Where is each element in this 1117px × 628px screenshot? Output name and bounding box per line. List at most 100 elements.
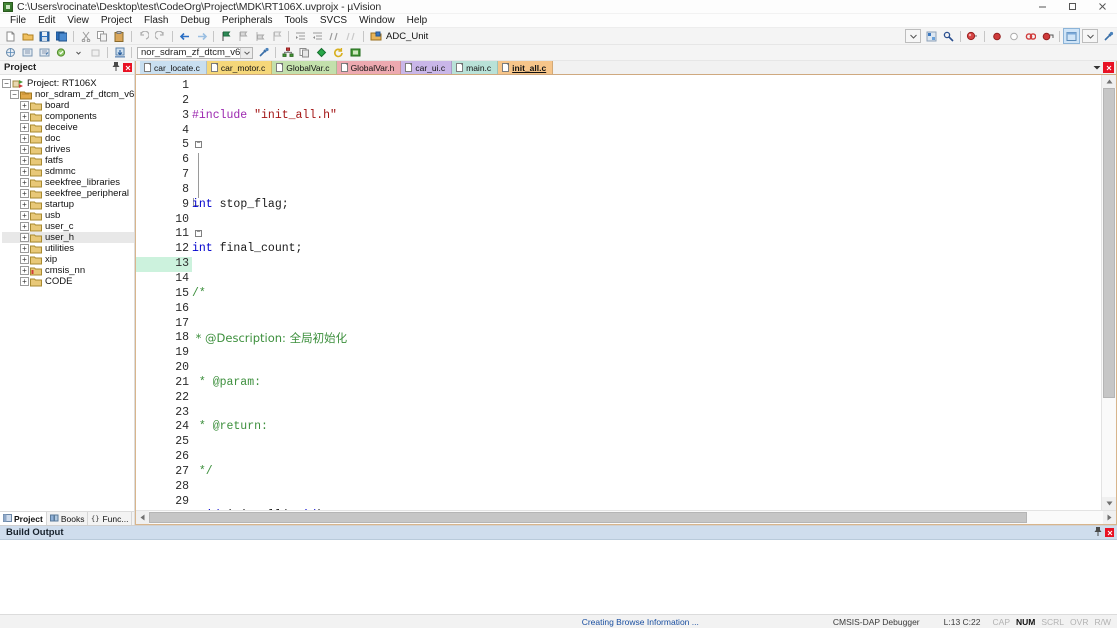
scroll-track[interactable] <box>149 511 1103 524</box>
editor-tab-car-ui[interactable]: car_ui.c <box>401 61 453 74</box>
editor-tab-main[interactable]: main.c <box>452 61 499 74</box>
scroll-down-icon[interactable] <box>1102 497 1116 510</box>
expander-icon[interactable]: + <box>20 200 29 209</box>
window-layout-icon[interactable] <box>1063 28 1080 44</box>
menu-project[interactable]: Project <box>95 14 138 27</box>
scroll-up-icon[interactable] <box>1102 75 1116 88</box>
tab-functions[interactable]: {} Func... <box>88 512 133 525</box>
translate-icon[interactable] <box>3 46 18 60</box>
tree-node-doc[interactable]: + doc <box>2 133 134 144</box>
tree-node-startup[interactable]: + startup <box>2 199 134 210</box>
menu-window[interactable]: Window <box>353 14 401 27</box>
menu-svcs[interactable]: SVCS <box>314 14 353 27</box>
expander-icon[interactable]: + <box>20 167 29 176</box>
expander-icon[interactable]: + <box>20 189 29 198</box>
close-icon[interactable] <box>1103 62 1114 73</box>
expander-icon[interactable]: + <box>20 244 29 253</box>
expander-icon[interactable]: − <box>10 90 19 99</box>
save-icon[interactable] <box>37 29 52 43</box>
close-icon[interactable] <box>123 63 132 72</box>
manage-run-time-env-icon[interactable] <box>297 46 312 60</box>
stop-build-icon[interactable] <box>88 46 103 60</box>
expander-icon[interactable]: − <box>2 79 11 88</box>
expander-icon[interactable]: + <box>20 266 29 275</box>
refresh-icon[interactable] <box>331 46 346 60</box>
add-item-icon[interactable] <box>314 46 329 60</box>
tree-node-drives[interactable]: + drives <box>2 144 134 155</box>
tree-node-fatfs[interactable]: + fatfs <box>2 155 134 166</box>
maximize-button[interactable] <box>1057 0 1087 13</box>
pack-installer-launch-icon[interactable] <box>348 46 363 60</box>
editor-tab-car-locate[interactable]: car_locate.c <box>140 61 207 74</box>
scroll-track[interactable] <box>1102 88 1116 497</box>
editor-tab-init-all[interactable]: init_all.c <box>498 61 554 74</box>
new-file-icon[interactable] <box>3 29 18 43</box>
expander-icon[interactable]: + <box>20 277 29 286</box>
chevron-down-icon[interactable] <box>240 47 253 58</box>
layout-dropdown-icon[interactable] <box>1082 29 1098 43</box>
close-button[interactable] <box>1087 0 1117 13</box>
editor-horizontal-scrollbar[interactable] <box>136 510 1116 524</box>
tree-node-deceive[interactable]: + deceive <box>2 122 134 133</box>
expander-icon[interactable]: + <box>20 233 29 242</box>
pin-icon[interactable] <box>1094 527 1102 538</box>
copy-icon[interactable] <box>95 29 110 43</box>
navigate-forward-icon[interactable] <box>194 29 209 43</box>
expander-icon[interactable]: + <box>20 178 29 187</box>
expander-icon[interactable]: + <box>20 123 29 132</box>
comment-icon[interactable] <box>327 29 342 43</box>
bookmark-prev-icon[interactable] <box>235 29 250 43</box>
tree-node-utilities[interactable]: + utilities <box>2 243 134 254</box>
redo-icon[interactable] <box>153 29 168 43</box>
expander-icon[interactable]: + <box>20 211 29 220</box>
tree-node-target[interactable]: − nor_sdram_zf_dtcm_v6 <box>2 89 134 100</box>
menu-peripherals[interactable]: Peripherals <box>216 14 279 27</box>
editor-tab-car-motor[interactable]: car_motor.c <box>206 61 273 74</box>
save-all-icon[interactable] <box>54 29 69 43</box>
options-for-target-icon[interactable] <box>256 46 271 60</box>
scroll-right-icon[interactable] <box>1103 511 1116 524</box>
undo-icon[interactable] <box>136 29 151 43</box>
disable-breakpoint-icon[interactable] <box>1006 29 1021 43</box>
menu-tools[interactable]: Tools <box>279 14 314 27</box>
tree-node-user-c[interactable]: + user_c <box>2 221 134 232</box>
configuration-wizard-icon[interactable] <box>1101 29 1116 43</box>
debug-start-icon[interactable] <box>965 29 980 43</box>
tree-node-code[interactable]: + CODE <box>2 276 134 287</box>
code-editor[interactable]: 1 2 3 4 5− 6 7 8 9 10 11− 12 13 14 15 16 <box>136 75 1116 510</box>
disable-all-breakpoints-icon[interactable] <box>1023 29 1038 43</box>
expander-icon[interactable]: + <box>20 255 29 264</box>
manage-project-items-icon[interactable] <box>280 46 295 60</box>
build-icon[interactable] <box>20 46 35 60</box>
expander-icon[interactable]: + <box>20 222 29 231</box>
scroll-thumb[interactable] <box>1103 88 1115 398</box>
editor-tab-globalvar-c[interactable]: GlobalVar.c <box>272 61 337 74</box>
editor-vertical-scrollbar[interactable] <box>1101 75 1116 510</box>
chevron-down-icon[interactable] <box>905 29 921 43</box>
menu-flash[interactable]: Flash <box>138 14 174 27</box>
target-options-icon[interactable] <box>368 29 383 43</box>
kill-all-breakpoints-icon[interactable] <box>1040 29 1055 43</box>
tab-project[interactable]: Project <box>0 512 47 525</box>
rebuild-icon[interactable] <box>37 46 52 60</box>
cut-icon[interactable] <box>78 29 93 43</box>
expander-icon[interactable]: + <box>20 156 29 165</box>
outdent-icon[interactable] <box>310 29 325 43</box>
menu-debug[interactable]: Debug <box>174 14 215 27</box>
menu-view[interactable]: View <box>61 14 95 27</box>
bookmark-toggle-icon[interactable] <box>218 29 233 43</box>
paste-icon[interactable] <box>112 29 127 43</box>
menu-file[interactable]: File <box>4 14 32 27</box>
tree-node-board[interactable]: + board <box>2 100 134 111</box>
menu-help[interactable]: Help <box>401 14 434 27</box>
indent-icon[interactable] <box>293 29 308 43</box>
scroll-thumb[interactable] <box>149 512 1027 523</box>
scroll-left-icon[interactable] <box>136 511 149 524</box>
pack-installer-icon[interactable] <box>941 29 956 43</box>
tree-node-components[interactable]: + components <box>2 111 134 122</box>
download-icon[interactable] <box>112 46 127 60</box>
insert-breakpoint-icon[interactable] <box>989 29 1004 43</box>
uncomment-icon[interactable] <box>344 29 359 43</box>
minimize-button[interactable] <box>1027 0 1057 13</box>
tree-node-cmsis-nn[interactable]: + cmsis_nn <box>2 265 134 276</box>
